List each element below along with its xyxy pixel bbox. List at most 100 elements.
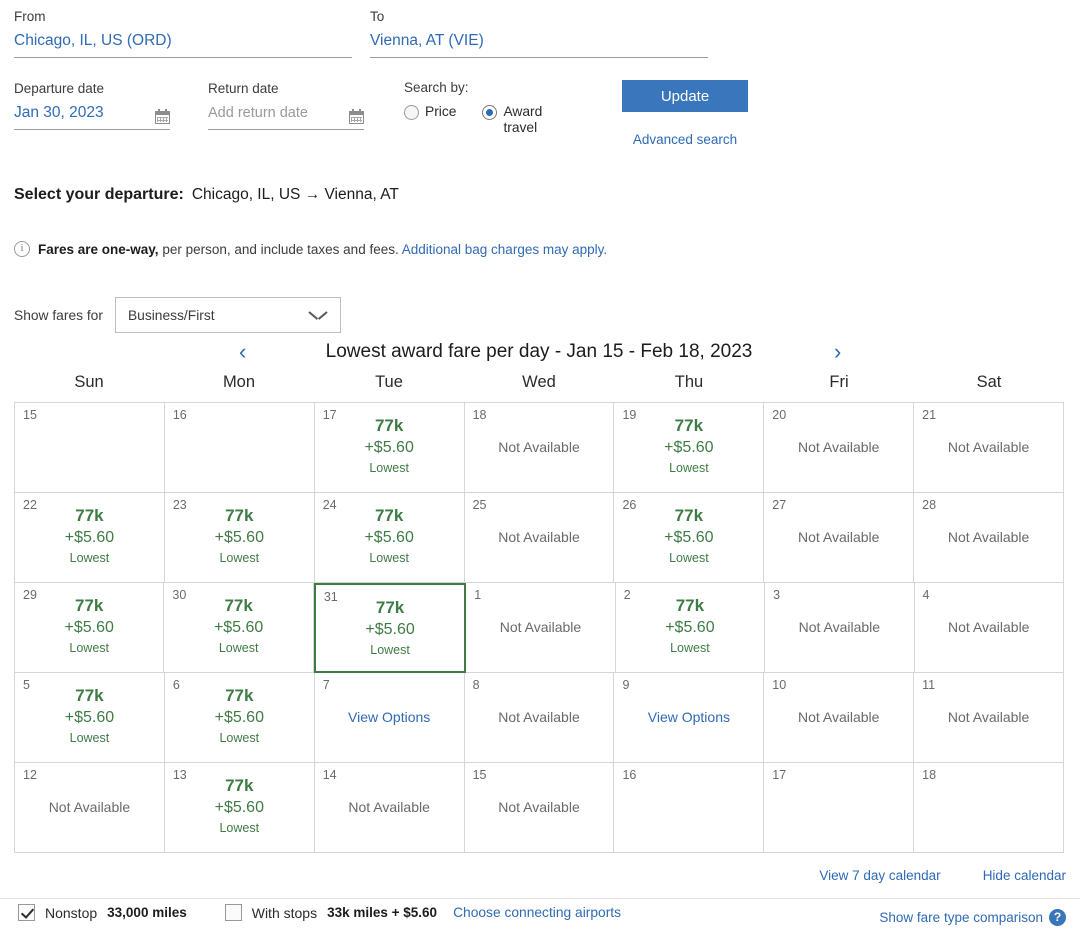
to-value: Vienna, AT (VIE) [370,32,484,49]
advanced-search-link[interactable]: Advanced search [622,132,748,147]
calendar-day-cell[interactable]: 29 77k +$5.60 Lowest [15,583,165,673]
fare-taxes: +$5.60 [64,529,115,546]
calendar-day-cell[interactable]: 18 Not Available [464,403,615,493]
calendar-day-cell-selected[interactable]: 31 77k +$5.60 Lowest [313,583,467,673]
day-number: 10 [772,678,787,692]
radio-price-icon[interactable] [404,105,419,120]
calendar-day-cell[interactable]: 19 77k +$5.60 Lowest [614,403,765,493]
fare-block: 77k +$5.60 Lowest [15,595,163,657]
calendar-day-cell[interactable]: 14 Not Available [314,763,465,853]
day-header-fri: Fri [829,373,849,391]
calendar-day-cell[interactable]: 30 77k +$5.60 Lowest [164,583,314,673]
additional-bag-charges-link[interactable]: Additional bag charges may apply. [402,242,607,257]
radio-award-travel-icon[interactable] [482,105,498,120]
calendar-day-cell[interactable]: 17 77k +$5.60 Lowest [314,403,465,493]
day-number: 7 [322,678,330,692]
choose-connecting-airports-link[interactable]: Choose connecting airports [453,905,621,920]
day-number: 28 [922,498,937,512]
calendar-day-cell[interactable]: 21 Not Available [914,403,1065,493]
fare-taxes: +$5.60 [64,709,115,726]
show-fare-type-comparison-link[interactable]: Show fare type comparison [879,910,1043,925]
radio-option-award-travel[interactable]: Award travel [482,104,565,136]
fare-lowest-tag: Lowest [370,643,410,657]
departure-date-group: Departure date Jan 30, 2023 [14,80,170,130]
calendar-day-cell[interactable]: 11 Not Available [914,673,1065,763]
fare-taxes: +$5.60 [364,529,414,546]
with-stops-price: 33k miles + $5.60 [327,905,438,920]
fare-taxes: +$5.60 [64,619,114,636]
chevron-down-icon [310,311,326,320]
calendar-day-cell[interactable]: 8 Not Available [464,673,615,763]
from-input[interactable]: Chicago, IL, US (ORD) [14,30,352,58]
fares-note: i Fares are one-way, per person, and inc… [14,241,607,257]
fare-miles: 77k [225,506,254,525]
calendar-day-cell[interactable]: 28 Not Available [914,493,1065,583]
not-available-text: Not Available [798,619,881,635]
calendar-week-row: 22 77k +$5.60 Lowest 23 77k +$5.60 Lowest 24 77k +… [15,493,1065,583]
fare-block: 77k +$5.60 Lowest [315,505,464,567]
update-button[interactable]: Update [622,80,748,112]
nonstop-checkbox[interactable] [18,904,35,921]
day-number: 27 [772,498,787,512]
view-7-day-calendar-link[interactable]: View 7 day calendar [819,868,940,883]
calendar-week-row: 29 77k +$5.60 Lowest 30 77k +$5.60 Lowest 31 77k +… [15,583,1064,673]
fare-block: 77k +$5.60 Lowest [315,415,464,477]
radio-option-price[interactable]: Price [404,104,456,136]
radio-price-label: Price [425,104,457,119]
calendar-day-cell[interactable]: 1 Not Available [466,583,616,673]
day-number: 17 [772,768,787,782]
calendar-week-row: 12 Not Available 13 77k +$5.60 Lowest 14 Not Av… [15,763,1065,853]
calendar-day-cell[interactable]: 5 77k +$5.60 Lowest [15,673,165,763]
fare-lowest-tag: Lowest [669,461,709,475]
calendar-icon[interactable] [155,109,170,124]
calendar-day-cell[interactable]: 12 Not Available [15,763,165,853]
calendar-day-cell[interactable]: 13 77k +$5.60 Lowest [164,763,315,853]
fare-miles: 77k [75,506,104,525]
calendar-next-button[interactable]: › [834,341,841,363]
day-header-sun: Sun [74,373,104,391]
departure-date-input[interactable]: Jan 30, 2023 [14,102,170,130]
to-input[interactable]: Vienna, AT (VIE) [370,30,708,58]
calendar-icon[interactable] [349,109,364,124]
calendar-day-cell[interactable]: 27 Not Available [764,493,915,583]
fare-taxes: +$5.60 [665,619,715,636]
fare-miles: 77k [75,686,104,705]
calendar-day-cell[interactable]: 24 77k +$5.60 Lowest [314,493,465,583]
not-available-text: Not Available [348,799,430,815]
view-options-link[interactable]: View Options [315,709,464,725]
calendar-day-cell[interactable]: 2 77k +$5.60 Lowest [615,583,766,673]
calendar-prev-button[interactable]: ‹ [239,341,246,363]
calendar-day-cell[interactable]: 10 Not Available [764,673,915,763]
calendar-day-cell[interactable]: 15 Not Available [464,763,615,853]
fare-class-select[interactable]: Business/First [114,297,341,333]
origin-destination-row: From Chicago, IL, US (ORD) To Vienna, AT… [14,8,1064,58]
calendar-day-cell[interactable]: 4 Not Available [914,583,1064,673]
calendar-day-cell[interactable]: 20 Not Available [764,403,915,493]
fare-block: 77k +$5.60 Lowest [616,595,764,657]
info-icon: i [14,241,30,257]
day-number: 16 [172,408,187,422]
calendar-day-cell[interactable]: 9 View Options [614,673,765,763]
fare-miles: 77k [375,598,405,617]
calendar-day-cell[interactable]: 22 77k +$5.60 Lowest [15,493,165,583]
calendar-title: Lowest award fare per day - Jan 15 - Feb… [325,341,753,362]
help-icon[interactable]: ? [1049,909,1066,926]
not-available-text: Not Available [498,529,580,545]
calendar-day-cell[interactable]: 25 Not Available [464,493,615,583]
fare-miles: 77k [225,686,254,705]
calendar-day-cell[interactable]: 26 77k +$5.60 Lowest [614,493,765,583]
day-number: 12 [23,768,37,782]
calendar-day-cell[interactable]: 23 77k +$5.60 Lowest [164,493,315,583]
fare-miles: 77k [224,596,253,615]
fare-lowest-tag: Lowest [69,551,110,565]
with-stops-label: With stops [251,904,318,921]
calendar-day-cell[interactable]: 6 77k +$5.60 Lowest [164,673,315,763]
return-date-input[interactable]: Add return date [208,102,364,130]
hide-calendar-link[interactable]: Hide calendar [983,868,1066,883]
with-stops-checkbox[interactable] [224,904,242,921]
nonstop-price: 33,000 miles [107,905,187,920]
footer-bar: Nonstop 33,000 miles With stops 33k mile… [0,898,1080,937]
calendar-day-cell[interactable]: 7 View Options [314,673,465,763]
view-options-link[interactable]: View Options [614,709,763,725]
calendar-day-cell[interactable]: 3 Not Available [765,583,915,673]
